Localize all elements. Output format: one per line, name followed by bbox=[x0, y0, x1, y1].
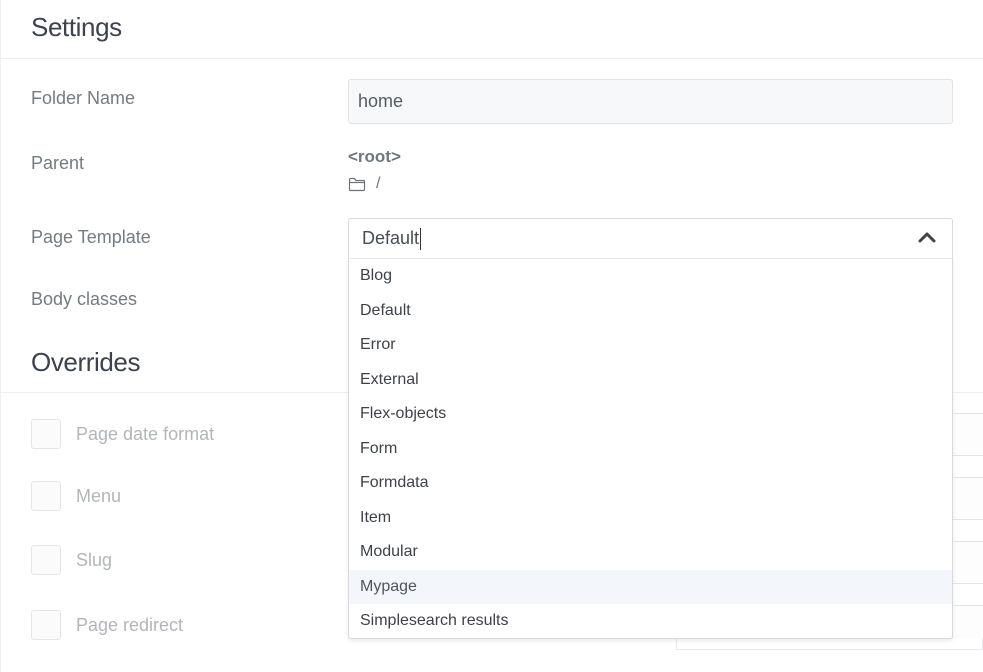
overrides-title: Overrides bbox=[31, 347, 141, 377]
parent-path-text: / bbox=[376, 175, 381, 192]
body-classes-label: Body classes bbox=[31, 289, 138, 309]
dropdown-option-simplesearch-results[interactable]: Simplesearch results bbox=[349, 604, 952, 638]
override-value-input[interactable] bbox=[952, 477, 983, 520]
parent-label: Parent bbox=[31, 153, 85, 173]
override-value-input-edge bbox=[676, 638, 983, 650]
dropdown-option-modular[interactable]: Modular bbox=[349, 535, 952, 569]
settings-title: Settings bbox=[31, 12, 122, 42]
page-template-label: Page Template bbox=[31, 227, 151, 247]
dropdown-option-formdata[interactable]: Formdata bbox=[349, 466, 952, 500]
dropdown-option-flex-objects[interactable]: Flex-objects bbox=[349, 397, 952, 431]
page-template-dropdown: Blog Default Error External Flex-objects… bbox=[348, 259, 953, 639]
override-label-menu: Menu bbox=[76, 486, 122, 506]
override-label-page-date-format: Page date format bbox=[76, 424, 215, 444]
override-checkbox-page-redirect[interactable] bbox=[31, 610, 61, 640]
dropdown-option-mypage[interactable]: Mypage bbox=[349, 570, 952, 604]
override-value-input[interactable] bbox=[952, 541, 983, 584]
folder-name-input[interactable]: home bbox=[348, 79, 953, 124]
override-value-input[interactable] bbox=[952, 413, 983, 456]
dropdown-option-default[interactable]: Default bbox=[349, 294, 952, 328]
override-label-slug: Slug bbox=[76, 550, 113, 570]
dropdown-option-error[interactable]: Error bbox=[349, 328, 952, 362]
parent-path[interactable]: / bbox=[348, 175, 380, 193]
text-cursor bbox=[420, 228, 421, 250]
page-template-select-value[interactable]: Default bbox=[362, 228, 419, 249]
dropdown-option-blog[interactable]: Blog bbox=[349, 259, 952, 293]
dropdown-option-form[interactable]: Form bbox=[349, 432, 952, 466]
parent-root-value: <root> bbox=[348, 147, 401, 166]
page-template-select[interactable]: Default bbox=[348, 218, 953, 259]
dropdown-option-external[interactable]: External bbox=[349, 363, 952, 397]
left-border bbox=[0, 0, 1, 672]
folder-icon bbox=[348, 177, 376, 192]
chevron-up-icon[interactable] bbox=[918, 230, 936, 249]
override-checkbox-page-date-format[interactable] bbox=[31, 419, 61, 449]
override-checkbox-slug[interactable] bbox=[31, 545, 61, 575]
folder-name-label: Folder Name bbox=[31, 88, 136, 108]
override-checkbox-menu[interactable] bbox=[31, 481, 61, 511]
dropdown-option-item[interactable]: Item bbox=[349, 501, 952, 535]
override-label-page-redirect: Page redirect bbox=[76, 615, 184, 635]
settings-divider bbox=[0, 58, 983, 59]
